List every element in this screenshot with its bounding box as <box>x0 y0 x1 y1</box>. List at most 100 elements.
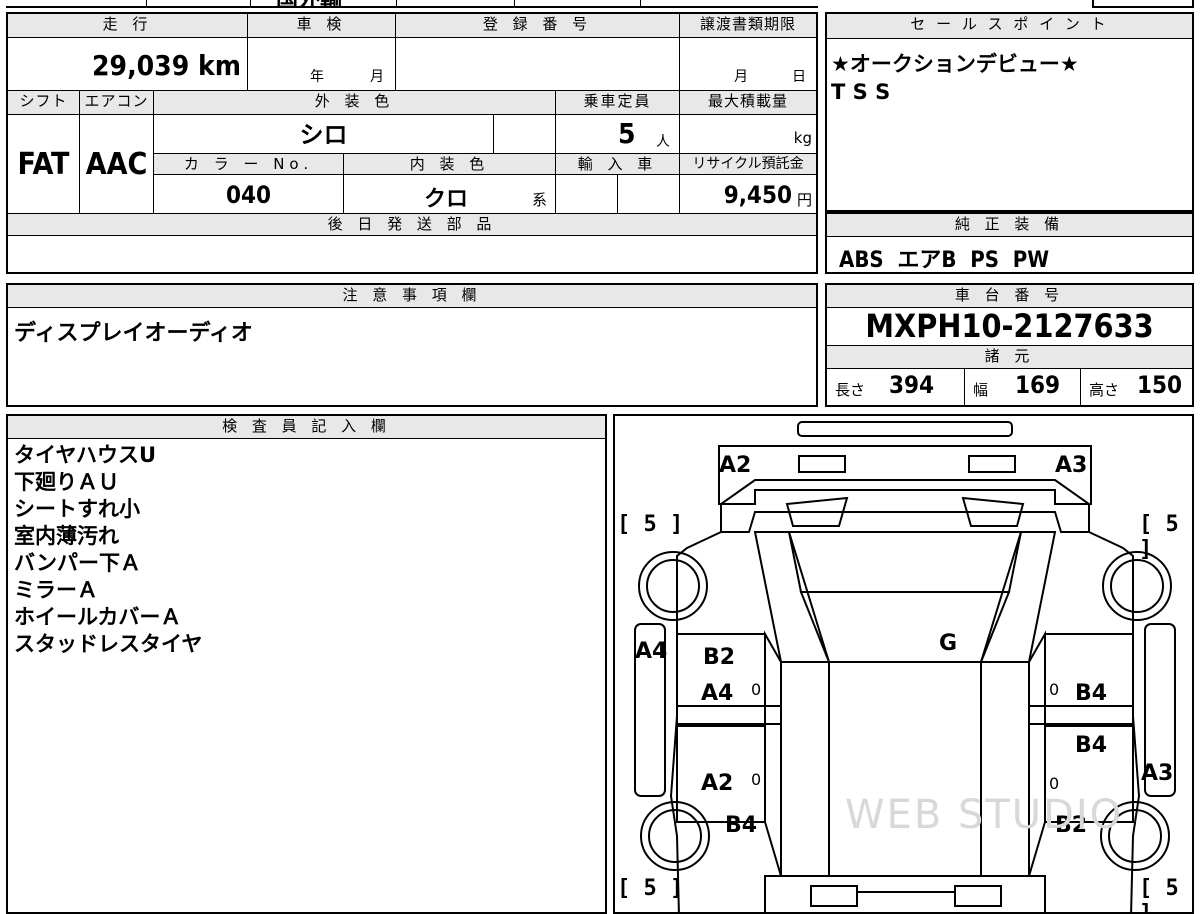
inspector-label: 検 査 員 記 入 欄 <box>8 416 605 439</box>
color-no-value: 040 <box>154 175 344 213</box>
exterior-label: 外 装 色 <box>154 91 556 115</box>
door-zero-1: 0 <box>751 680 762 699</box>
door-zero-4: 0 <box>1049 774 1060 793</box>
door-zero-2: 0 <box>751 770 762 789</box>
mileage-value: 29,039 km <box>8 38 248 90</box>
damage-mark-b4-front-right: B4 <box>1075 681 1108 706</box>
damage-mark-b4-rear-left: B4 <box>725 813 758 838</box>
sales-points-box: セ ー ル ス ポ イ ン ト ★オークションデビュー★ T S S <box>825 12 1194 212</box>
ac-value: AAC <box>80 115 154 213</box>
spec-width-value: 169 <box>1015 371 1061 399</box>
shift-value: FAT <box>8 115 80 213</box>
spec-length-value: 394 <box>889 371 935 399</box>
interior-suffix: 系 <box>532 191 548 209</box>
tire-tread-front-right: [ 5 ] <box>1139 512 1179 562</box>
inspector-line: タイヤハウスU <box>14 443 157 467</box>
max-load-value-cell: kg <box>680 115 816 153</box>
ac-label: エアコン <box>80 91 154 115</box>
exterior-value: シロ <box>154 115 494 153</box>
shift-label: シフト <box>8 91 80 115</box>
recycle-label: リサイクル預託金 <box>680 153 816 175</box>
inspector-line: スタッドレスタイヤ <box>14 632 203 656</box>
top-right-fragment <box>1092 0 1194 8</box>
damage-mark-b4-rear-right: B4 <box>1075 733 1108 758</box>
import-value-cell <box>556 175 618 213</box>
damage-mark-a3-top: A3 <box>1055 453 1088 478</box>
inspector-line: 室内薄汚れ <box>14 524 119 548</box>
tire-tread-rear-right: [ 5 ] <box>1139 876 1179 914</box>
inspector-line: ミラーＡ <box>14 578 98 602</box>
tire-tread-rear-left: [ 5 ] <box>617 876 684 901</box>
capacity-unit: 人 <box>656 134 670 150</box>
top-fragment-text: 国外輸 <box>276 0 342 6</box>
spec-length: 長さ 394 <box>827 369 965 405</box>
transfer-label: 譲渡書類期限 <box>680 14 816 38</box>
spec-length-label: 長さ <box>835 381 866 399</box>
capacity-label: 乗車定員 <box>556 91 680 115</box>
transfer-month: 月 <box>734 69 748 85</box>
transfer-value: 月 日 <box>680 38 816 90</box>
interior-value-cell: クロ 系 <box>344 175 556 213</box>
import-value-cell-2 <box>618 175 680 213</box>
tire-tread-front-left: [ 5 ] <box>617 512 684 537</box>
registration-label: 登 録 番 号 <box>396 14 680 38</box>
chassis-value: MXPH10-2127633 <box>827 307 1192 346</box>
specs-label: 諸 元 <box>827 346 1192 369</box>
exterior-extra-cell <box>494 115 556 153</box>
genuine-equipment-box: 純 正 装 備 ABS エアB PS PW <box>825 212 1194 274</box>
mileage-label: 走 行 <box>8 14 248 38</box>
car-outline <box>634 421 1176 912</box>
damage-mark-a3-side: A3 <box>1141 761 1174 786</box>
sales-points-label: セ ー ル ス ポ イ ン ト <box>827 14 1192 39</box>
capacity-value-cell: 5 人 <box>556 115 680 153</box>
damage-mark-a2-top: A2 <box>719 453 752 478</box>
inspector-line: シートすれ小 <box>14 497 140 521</box>
damage-mark-a4-side: A4 <box>635 639 668 664</box>
sales-points-line-1: ★オークションデビュー★ <box>831 52 1079 76</box>
spec-height: 高さ 150 <box>1081 369 1192 405</box>
vehicle-info-table: 走 行 車 検 登 録 番 号 譲渡書類期限 29,039 km 年 月 月 日… <box>6 12 818 274</box>
capacity-value: 5 <box>618 117 636 150</box>
recycle-unit: 円 <box>796 191 812 209</box>
damage-mark-a2-rear-left: A2 <box>701 771 734 796</box>
inspection-year: 年 <box>310 69 324 85</box>
top-fragment-row: 国外輸 <box>6 0 818 8</box>
inspector-line: ホイールカバーＡ <box>14 605 182 629</box>
inspection-month: 月 <box>370 69 384 85</box>
genuine-label: 純 正 装 備 <box>827 214 1192 237</box>
max-load-label: 最大積載量 <box>680 91 816 115</box>
chassis-box: 車 台 番 号 MXPH10-2127633 諸 元 長さ 394 幅 169 … <box>825 283 1194 407</box>
transfer-day: 日 <box>792 69 806 85</box>
inspector-lines: タイヤハウスU 下廻りＡＵ シートすれ小 室内薄汚れ バンパー下Ａ ミラーＡ ホ… <box>14 442 202 658</box>
color-no-label: カ ラ ー No. <box>154 153 344 175</box>
watermark: WEB STUDIO <box>845 792 1124 838</box>
later-parts-label: 後 日 発 送 部 品 <box>8 214 816 236</box>
chassis-label: 車 台 番 号 <box>827 285 1192 308</box>
notes-box: 注 意 事 項 欄 ディスプレイオーディオ <box>6 283 818 407</box>
inspection-value: 年 月 <box>248 38 396 90</box>
damage-mark-g: G <box>939 631 958 656</box>
import-label: 輸 入 車 <box>556 153 680 175</box>
spec-width: 幅 169 <box>965 369 1081 405</box>
car-condition-diagram: A2 A3 G A4 B2 A4 A2 B4 B4 B4 A3 B2 [ 5 ]… <box>613 414 1194 914</box>
registration-value <box>396 38 680 90</box>
interior-label: 内 装 色 <box>344 153 556 175</box>
notes-label: 注 意 事 項 欄 <box>8 285 816 308</box>
max-load-unit: kg <box>793 129 812 147</box>
spec-width-label: 幅 <box>973 381 989 399</box>
inspection-label: 車 検 <box>248 14 396 38</box>
recycle-value-cell: 9,450 円 <box>680 175 816 213</box>
damage-mark-a4-door: A4 <box>701 681 734 706</box>
door-zero-3: 0 <box>1049 680 1060 699</box>
inspector-line: バンパー下Ａ <box>14 551 142 575</box>
genuine-value: ABS エアB PS PW <box>839 248 1050 273</box>
sales-points-line-2: T S S <box>831 80 891 104</box>
interior-value: クロ <box>424 187 469 212</box>
spec-height-label: 高さ <box>1089 381 1120 399</box>
damage-mark-b2-front-left: B2 <box>703 645 736 670</box>
notes-text: ディスプレイオーディオ <box>14 321 253 346</box>
spec-height-value: 150 <box>1137 371 1183 399</box>
inspector-line: 下廻りＡＵ <box>14 470 119 494</box>
inspector-box: 検 査 員 記 入 欄 タイヤハウスU 下廻りＡＵ シートすれ小 室内薄汚れ バ… <box>6 414 607 914</box>
later-parts-value <box>8 236 816 272</box>
